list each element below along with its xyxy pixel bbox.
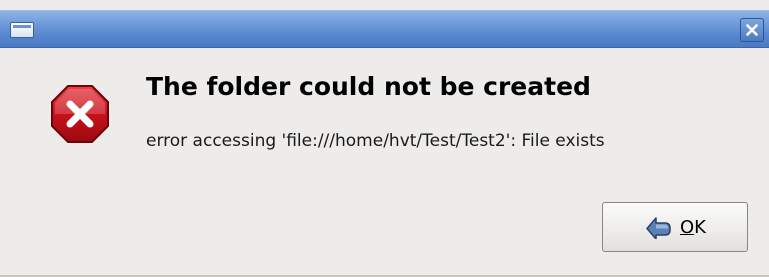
error-dialog: The folder could not be created error ac… — [0, 0, 769, 277]
close-icon — [746, 24, 758, 36]
dialog-title: The folder could not be created — [146, 72, 591, 101]
close-button[interactable] — [740, 18, 764, 42]
ok-button[interactable]: OK — [602, 202, 748, 252]
ok-mnemonic: O — [680, 216, 695, 238]
error-icon — [51, 85, 109, 143]
dialog-message: error accessing 'file:///home/hvt/Test/T… — [146, 131, 605, 151]
window-menu-icon[interactable] — [10, 22, 34, 38]
ok-label-rest: K — [694, 216, 706, 238]
window-titlebar[interactable] — [0, 10, 769, 48]
ok-arrow-icon — [646, 217, 671, 239]
ok-button-label: OK — [680, 217, 706, 238]
